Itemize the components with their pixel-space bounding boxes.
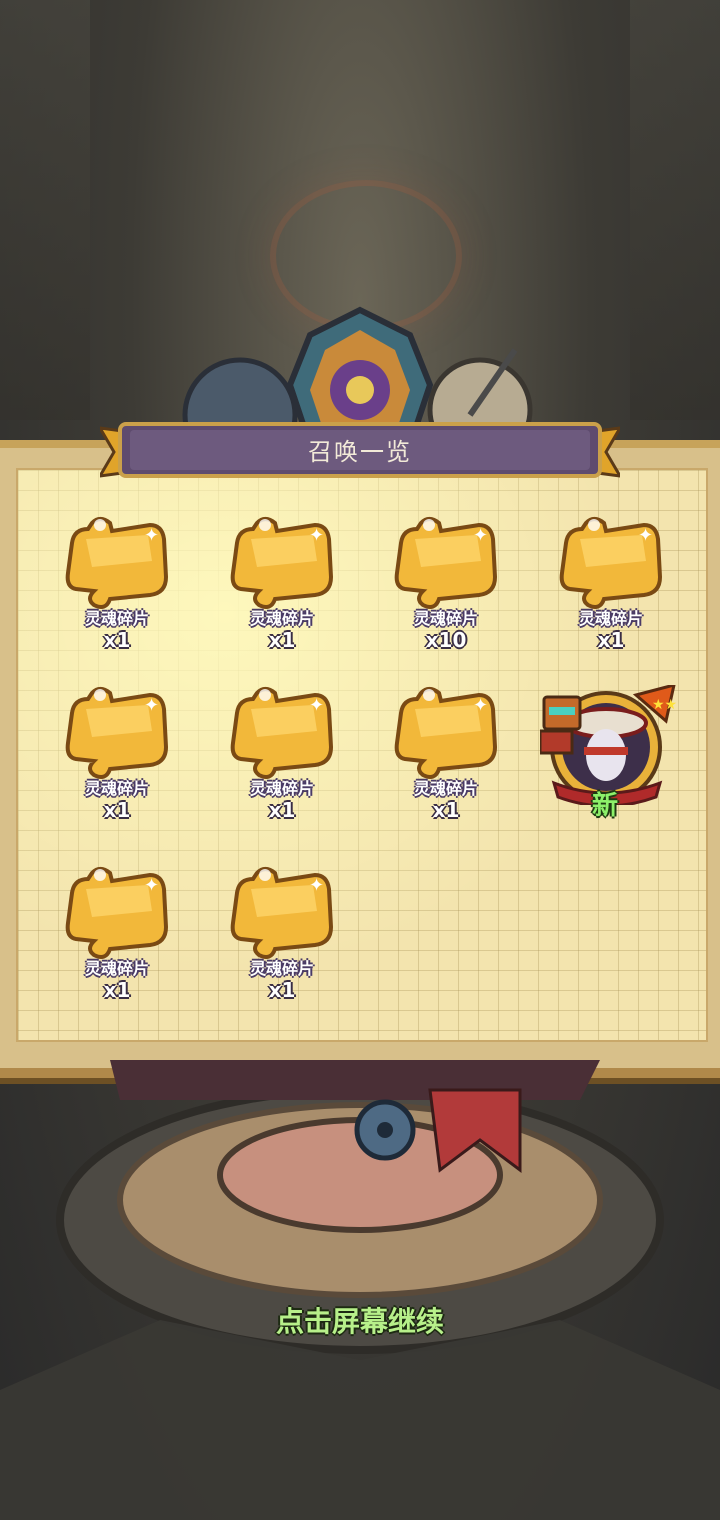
item-count: x1 (597, 628, 625, 652)
svg-text:✦: ✦ (309, 525, 324, 546)
soul-shard-item[interactable]: ✦ 灵魂碎片 x1 (217, 685, 347, 835)
item-count: x1 (268, 628, 296, 652)
item-name: 灵魂碎片 (249, 779, 314, 798)
svg-text:✦: ✦ (144, 525, 159, 546)
soul-shard-icon: ✦ (394, 687, 498, 779)
item-name: 灵魂碎片 (413, 779, 478, 798)
soul-shard-item[interactable]: ✦ 灵魂碎片 x1 (546, 515, 676, 665)
new-badge: 新 (591, 791, 618, 821)
soul-shard-icon: ✦ (559, 517, 663, 609)
soul-shard-icon: ✦ (230, 687, 334, 779)
item-name: 灵魂碎片 (578, 609, 643, 628)
tap-to-continue[interactable]: 点击屏幕继续 (160, 1300, 560, 1340)
item-count: x10 (425, 628, 467, 652)
soul-shard-icon: ✦ (65, 867, 169, 959)
svg-text:✦: ✦ (473, 695, 488, 716)
soul-shard-item[interactable]: ✦ 灵魂碎片 x10 (381, 515, 511, 665)
item-count: x1 (103, 978, 131, 1002)
svg-text:✦: ✦ (144, 875, 159, 896)
soul-shard-icon: ✦ (65, 687, 169, 779)
summon-altar (0, 1060, 720, 1520)
soul-shard-icon: ✦ (394, 517, 498, 609)
soul-shard-icon: ✦ (65, 517, 169, 609)
item-count: x1 (103, 798, 131, 822)
soul-shard-icon: ✦ (230, 517, 334, 609)
soul-shard-item[interactable]: ✦ 灵魂碎片 x1 (52, 865, 182, 1015)
svg-text:✦: ✦ (473, 525, 488, 546)
background-pillar-right (630, 0, 720, 420)
soul-shard-item[interactable]: ✦ 灵魂碎片 x1 (217, 515, 347, 665)
item-name: 灵魂碎片 (84, 959, 149, 978)
item-count: x1 (432, 798, 460, 822)
item-name: 灵魂碎片 (84, 779, 149, 798)
new-hero-card[interactable]: ★★ 新 (538, 682, 680, 825)
item-count: x1 (268, 798, 296, 822)
svg-text:✦: ✦ (638, 525, 653, 546)
item-name: 灵魂碎片 (249, 959, 314, 978)
soul-shard-item[interactable]: ✦ 灵魂碎片 x1 (52, 685, 182, 835)
svg-text:✦: ✦ (144, 695, 159, 716)
item-count: x1 (268, 978, 296, 1002)
item-count: x1 (103, 628, 131, 652)
svg-text:✦: ✦ (309, 875, 324, 896)
svg-text:✦: ✦ (309, 695, 324, 716)
soul-shard-item[interactable]: ✦ 灵魂碎片 x1 (52, 515, 182, 665)
soul-shard-item[interactable]: ✦ 灵魂碎片 x1 (381, 685, 511, 835)
soul-shard-icon: ✦ (230, 867, 334, 959)
star-icon: ★★ (652, 697, 677, 713)
page-title: 召唤一览 (308, 438, 412, 466)
item-name: 灵魂碎片 (413, 609, 478, 628)
soul-shard-item[interactable]: ✦ 灵魂碎片 x1 (217, 865, 347, 1015)
item-name: 灵魂碎片 (84, 609, 149, 628)
item-name: 灵魂碎片 (249, 609, 314, 628)
background-pillar-left (0, 0, 90, 420)
